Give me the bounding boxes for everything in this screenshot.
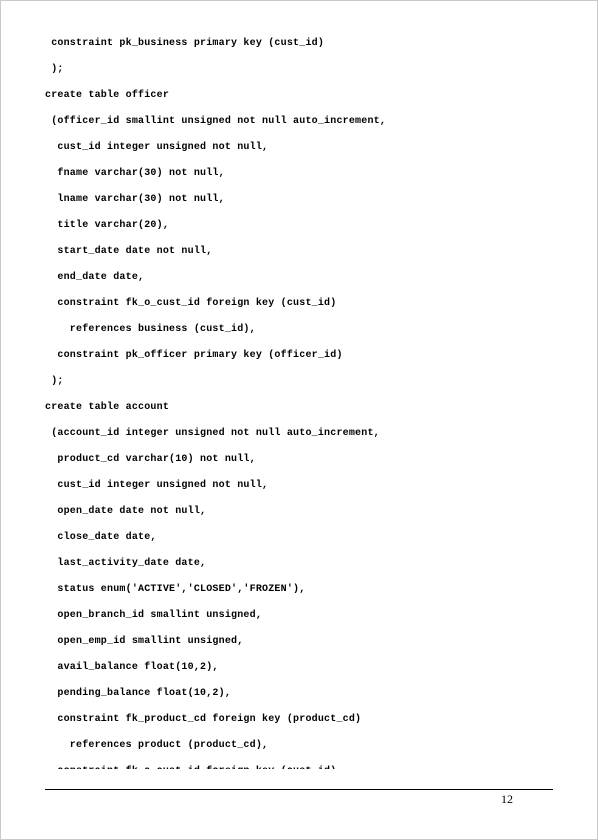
code-line: avail_balance float(10,2),: [45, 655, 553, 681]
code-line: end_date date,: [45, 265, 553, 291]
code-line: constraint fk_o_cust_id foreign key (cus…: [45, 291, 553, 317]
code-line: cust_id integer unsigned not null,: [45, 135, 553, 161]
code-line: constraint fk_a_cust_id foreign key (cus…: [45, 759, 553, 769]
document-page: constraint pk_business primary key (cust…: [0, 0, 598, 840]
code-line: fname varchar(30) not null,: [45, 161, 553, 187]
code-line: last_activity_date date,: [45, 551, 553, 577]
code-line: open_emp_id smallint unsigned,: [45, 629, 553, 655]
code-line: status enum('ACTIVE','CLOSED','FROZEN'),: [45, 577, 553, 603]
code-line: start_date date not null,: [45, 239, 553, 265]
code-line: references product (product_cd),: [45, 733, 553, 759]
code-line: open_branch_id smallint unsigned,: [45, 603, 553, 629]
code-line: );: [45, 57, 553, 83]
code-line: close_date date,: [45, 525, 553, 551]
code-line: create table account: [45, 395, 553, 421]
code-block: constraint pk_business primary key (cust…: [45, 31, 553, 769]
code-line: constraint fk_product_cd foreign key (pr…: [45, 707, 553, 733]
code-line: open_date date not null,: [45, 499, 553, 525]
page-number: 12: [45, 790, 553, 807]
code-line: create table officer: [45, 83, 553, 109]
code-line: cust_id integer unsigned not null,: [45, 473, 553, 499]
code-line: );: [45, 369, 553, 395]
code-line: lname varchar(30) not null,: [45, 187, 553, 213]
code-line: constraint pk_business primary key (cust…: [45, 31, 553, 57]
code-line: product_cd varchar(10) not null,: [45, 447, 553, 473]
code-line: references business (cust_id),: [45, 317, 553, 343]
code-line: (officer_id smallint unsigned not null a…: [45, 109, 553, 135]
code-line: (account_id integer unsigned not null au…: [45, 421, 553, 447]
code-line: pending_balance float(10,2),: [45, 681, 553, 707]
code-line: title varchar(20),: [45, 213, 553, 239]
code-line: constraint pk_officer primary key (offic…: [45, 343, 553, 369]
page-footer: 12: [45, 789, 553, 807]
